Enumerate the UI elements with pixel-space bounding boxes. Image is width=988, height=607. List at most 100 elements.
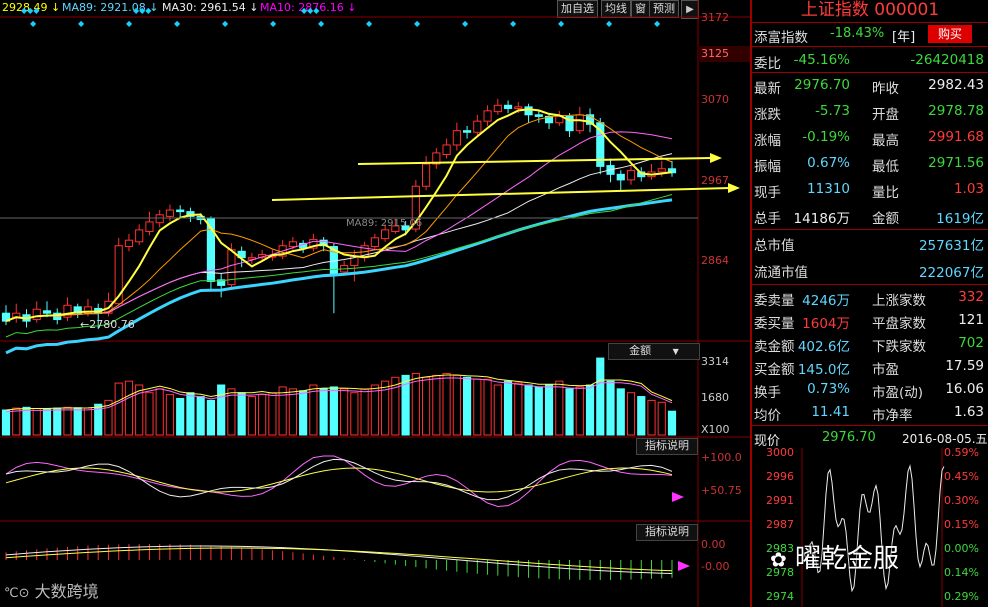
- trend-arrow-line: [357, 157, 713, 165]
- quote-value: 4246万: [802, 293, 850, 309]
- quote-value-2: 222067亿: [918, 265, 984, 281]
- candle-body: [145, 221, 154, 232]
- quote-label: 卖金额: [754, 339, 795, 355]
- quote-label: 总市值: [754, 238, 795, 254]
- quote-value-2: 1.03: [953, 181, 984, 197]
- quote-value: 1604万: [802, 316, 850, 332]
- quote-label: 换手: [754, 385, 781, 401]
- fund-value: -18.43%: [830, 26, 885, 41]
- amount-bar: [288, 388, 297, 436]
- amount-bar: [514, 382, 523, 436]
- indicator2-axis-label: 0.00: [701, 538, 726, 551]
- candle-body: [626, 169, 636, 181]
- amount-bar: [657, 401, 666, 436]
- buy-button[interactable]: 购买: [928, 25, 972, 43]
- price-axis-label: 3172: [701, 11, 729, 24]
- divider: [752, 425, 988, 426]
- candle-body: [176, 209, 185, 213]
- low-annotation: ←2780.76: [80, 318, 135, 331]
- quote-label: 涨幅: [754, 133, 781, 149]
- trend-arrow-head: [728, 183, 740, 193]
- quote-label-2: 市净率: [872, 408, 913, 424]
- mini-right-axis-label: 0.15%: [944, 518, 979, 531]
- fund-unit: [年]: [892, 30, 916, 45]
- quote-value-2: 121: [958, 312, 984, 328]
- quote-row: 均价 11.41 市净率 1.63: [752, 401, 988, 424]
- amount-bar: [626, 392, 636, 436]
- mini-left-axis-label: 2987: [766, 518, 794, 531]
- quote-row: 流通市值 222067亿: [752, 258, 988, 285]
- indicator2-help-button[interactable]: 指标说明: [636, 524, 698, 541]
- candle-body: [503, 104, 513, 109]
- amount-bar: [585, 384, 595, 436]
- watermark-right-text: 曜乾金服: [795, 544, 900, 574]
- candle-body: [422, 163, 431, 187]
- quote-row: 总市值 257631亿: [752, 231, 988, 258]
- amount-bar: [22, 406, 31, 436]
- indicator1-axis-label: +50.75: [701, 484, 742, 497]
- amount-bar: [473, 378, 482, 436]
- kline-chart: ◆◆◆ ◆◆◆ ◆◆◆◆ ◆ ◆ ◆ ◆ ◆ ◆ ◆ ◆ ◆ ◆ ◆ ◆ ◆: [0, 0, 752, 607]
- candle-body: [473, 120, 482, 133]
- candle-body: [514, 106, 523, 109]
- quote-label: 振幅: [754, 159, 781, 175]
- amount-bar: [237, 392, 246, 436]
- indicator1-d-line: [5, 467, 673, 493]
- indicator1-j-line: [5, 455, 673, 507]
- quote-label-2: 最低: [872, 159, 899, 175]
- quote-row: 振幅 0.67% 最低 2971.56: [752, 152, 988, 178]
- divider: [752, 46, 988, 47]
- candle-body: [575, 114, 584, 132]
- amount-bar: [340, 388, 349, 436]
- quote-value: 11310: [807, 181, 850, 197]
- quote-label-2: 开盘: [872, 107, 899, 123]
- quote-title: 上证指数 000001: [800, 0, 940, 20]
- quote-label: 委比: [754, 56, 781, 72]
- amount-bar: [442, 372, 451, 436]
- candle-body: [165, 209, 175, 217]
- quote-label-2: 下跌家数: [872, 339, 926, 355]
- candle-body: [452, 130, 461, 146]
- amount-bar: [176, 397, 185, 436]
- amount-bar: [206, 399, 216, 436]
- divider: [752, 284, 988, 285]
- quote-row: 卖金额 402.6亿 下跌家数 702: [752, 332, 988, 355]
- amount-bar: [268, 392, 277, 436]
- macd-dea-line: [5, 547, 673, 572]
- amount-bar: [637, 396, 646, 436]
- amount-bar: [83, 407, 93, 436]
- watermark-right: ✿ 曜乾金服: [770, 538, 899, 575]
- quote-value: -45.16%: [793, 52, 850, 68]
- amount-bar: [145, 392, 154, 436]
- quote-label-2: 市盈: [872, 362, 899, 378]
- amount-bar: [63, 406, 72, 436]
- fund-row: 添富指数 -18.43% [年] 购买: [752, 23, 988, 46]
- quote-value-2: 1.63: [953, 404, 984, 420]
- candle-body: [534, 114, 543, 117]
- amount-bar: [329, 386, 338, 436]
- mini-left-axis-label: 2974: [766, 590, 794, 603]
- amount-bar: [493, 384, 502, 436]
- indicator2-arrow: [678, 561, 690, 571]
- amount-bar: [258, 394, 267, 436]
- amount-bar: [606, 380, 615, 436]
- volume-axis-label: 1680: [701, 391, 729, 404]
- quote-value: 0.73%: [807, 381, 850, 397]
- price-axis-label: 3070: [701, 93, 729, 106]
- chevron-down-icon: ▼: [672, 347, 679, 356]
- indicator1-help-button[interactable]: 指标说明: [636, 438, 698, 455]
- quote-label: 均价: [754, 408, 781, 424]
- quote-value-2: 16.06: [945, 381, 984, 397]
- candle-body: [381, 229, 390, 240]
- amount-bar: [186, 392, 195, 436]
- amount-bar: [1, 409, 11, 436]
- quote-value-2: 17.59: [945, 358, 984, 374]
- price-axis-label: 2967: [701, 174, 729, 187]
- quote-label-2: 量比: [872, 185, 899, 201]
- amount-bar: [411, 372, 420, 436]
- amount-selector[interactable]: 金额 ▼: [608, 343, 700, 360]
- mini-date: 2016-08-05.五: [902, 432, 988, 446]
- quote-value: 0.67%: [807, 155, 850, 171]
- amount-bar: [155, 388, 164, 436]
- candle-body: [462, 130, 472, 133]
